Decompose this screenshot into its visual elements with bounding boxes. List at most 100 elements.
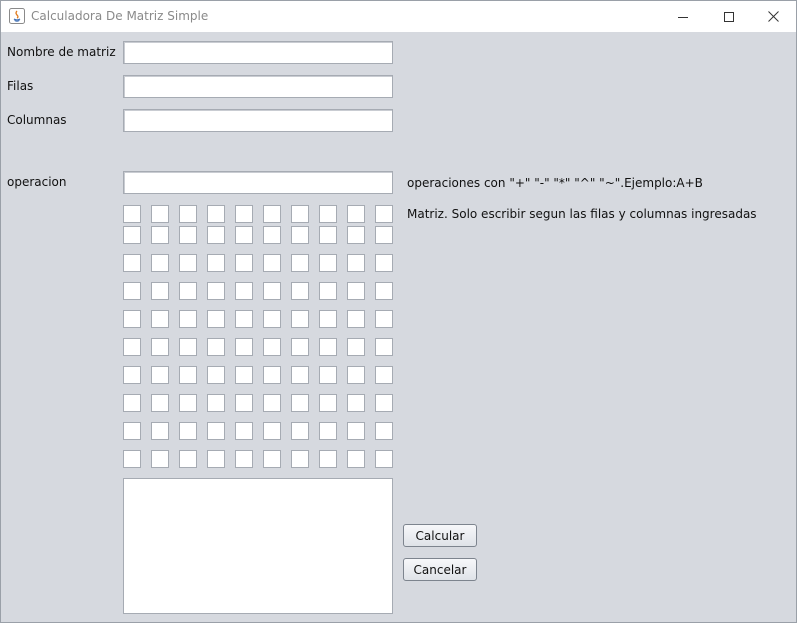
matrix-cell-r9-c7[interactable] <box>291 422 309 440</box>
cancel-button[interactable]: Cancelar <box>403 558 477 581</box>
calculate-button[interactable]: Calcular <box>403 524 477 547</box>
matrix-cell-r8-c6[interactable] <box>263 394 281 412</box>
matrix-cell-r8-c2[interactable] <box>151 394 169 412</box>
matrix-cell-r10-c7[interactable] <box>291 450 309 468</box>
matrix-cell-r5-c6[interactable] <box>263 310 281 328</box>
matrix-cell-r2-c7[interactable] <box>291 226 309 244</box>
matrix-cell-r5-c9[interactable] <box>347 310 365 328</box>
matrix-cell-r6-c5[interactable] <box>235 338 253 356</box>
matrix-cell-r10-c8[interactable] <box>319 450 337 468</box>
matrix-cell-r4-c1[interactable] <box>123 282 141 300</box>
matrix-cell-r2-c5[interactable] <box>235 226 253 244</box>
matrix-cell-r3-c7[interactable] <box>291 254 309 272</box>
matrix-cell-r10-c4[interactable] <box>207 450 225 468</box>
matrix-cell-r1-c3[interactable] <box>179 205 197 223</box>
matrix-cell-r7-c2[interactable] <box>151 366 169 384</box>
matrix-cell-r1-c9[interactable] <box>347 205 365 223</box>
matrix-cell-r8-c5[interactable] <box>235 394 253 412</box>
matrix-cell-r7-c3[interactable] <box>179 366 197 384</box>
matrix-cell-r1-c5[interactable] <box>235 205 253 223</box>
close-button[interactable] <box>750 1 796 32</box>
matrix-cell-r3-c9[interactable] <box>347 254 365 272</box>
matrix-cell-r3-c1[interactable] <box>123 254 141 272</box>
matrix-cell-r6-c6[interactable] <box>263 338 281 356</box>
matrix-cell-r2-c2[interactable] <box>151 226 169 244</box>
matrix-cell-r4-c10[interactable] <box>375 282 393 300</box>
matrix-cell-r2-c3[interactable] <box>179 226 197 244</box>
minimize-button[interactable] <box>660 1 706 32</box>
matrix-cell-r4-c3[interactable] <box>179 282 197 300</box>
matrix-cell-r6-c3[interactable] <box>179 338 197 356</box>
matrix-cell-r10-c6[interactable] <box>263 450 281 468</box>
matrix-cell-r4-c4[interactable] <box>207 282 225 300</box>
matrix-cell-r5-c8[interactable] <box>319 310 337 328</box>
matrix-cell-r1-c8[interactable] <box>319 205 337 223</box>
matrix-cell-r6-c2[interactable] <box>151 338 169 356</box>
matrix-cell-r8-c9[interactable] <box>347 394 365 412</box>
matrix-cell-r5-c4[interactable] <box>207 310 225 328</box>
matrix-cell-r2-c8[interactable] <box>319 226 337 244</box>
matrix-cell-r7-c10[interactable] <box>375 366 393 384</box>
matrix-cell-r6-c10[interactable] <box>375 338 393 356</box>
matrix-cell-r2-c6[interactable] <box>263 226 281 244</box>
matrix-cell-r9-c5[interactable] <box>235 422 253 440</box>
matrix-cell-r8-c1[interactable] <box>123 394 141 412</box>
matrix-cell-r6-c1[interactable] <box>123 338 141 356</box>
matrix-cell-r6-c7[interactable] <box>291 338 309 356</box>
matrix-cell-r4-c8[interactable] <box>319 282 337 300</box>
matrix-cell-r2-c10[interactable] <box>375 226 393 244</box>
matrix-cell-r10-c5[interactable] <box>235 450 253 468</box>
matrix-cell-r8-c4[interactable] <box>207 394 225 412</box>
matrix-cell-r4-c6[interactable] <box>263 282 281 300</box>
matrix-cell-r1-c4[interactable] <box>207 205 225 223</box>
matrix-cell-r1-c10[interactable] <box>375 205 393 223</box>
matrix-cell-r10-c2[interactable] <box>151 450 169 468</box>
matrix-cell-r1-c6[interactable] <box>263 205 281 223</box>
matrix-cell-r10-c10[interactable] <box>375 450 393 468</box>
matrix-cell-r8-c10[interactable] <box>375 394 393 412</box>
matrix-cell-r5-c3[interactable] <box>179 310 197 328</box>
result-textarea[interactable] <box>123 478 393 614</box>
matrix-cell-r8-c7[interactable] <box>291 394 309 412</box>
matrix-cell-r7-c1[interactable] <box>123 366 141 384</box>
matrix-cell-r9-c9[interactable] <box>347 422 365 440</box>
matrix-cell-r3-c10[interactable] <box>375 254 393 272</box>
matrix-cell-r8-c8[interactable] <box>319 394 337 412</box>
matrix-cell-r9-c3[interactable] <box>179 422 197 440</box>
matrix-cell-r3-c3[interactable] <box>179 254 197 272</box>
matrix-cell-r10-c3[interactable] <box>179 450 197 468</box>
matrix-cell-r4-c7[interactable] <box>291 282 309 300</box>
matrix-cell-r4-c9[interactable] <box>347 282 365 300</box>
matrix-name-input[interactable] <box>123 41 393 64</box>
matrix-cell-r2-c4[interactable] <box>207 226 225 244</box>
matrix-cell-r8-c3[interactable] <box>179 394 197 412</box>
matrix-cell-r2-c1[interactable] <box>123 226 141 244</box>
matrix-cell-r1-c7[interactable] <box>291 205 309 223</box>
matrix-cell-r1-c2[interactable] <box>151 205 169 223</box>
matrix-cell-r3-c6[interactable] <box>263 254 281 272</box>
matrix-cell-r9-c2[interactable] <box>151 422 169 440</box>
matrix-cell-r1-c1[interactable] <box>123 205 141 223</box>
matrix-cell-r3-c8[interactable] <box>319 254 337 272</box>
matrix-cell-r9-c10[interactable] <box>375 422 393 440</box>
matrix-cell-r6-c8[interactable] <box>319 338 337 356</box>
matrix-cell-r7-c4[interactable] <box>207 366 225 384</box>
matrix-cell-r9-c4[interactable] <box>207 422 225 440</box>
matrix-cell-r9-c6[interactable] <box>263 422 281 440</box>
matrix-cell-r9-c8[interactable] <box>319 422 337 440</box>
matrix-cell-r3-c5[interactable] <box>235 254 253 272</box>
matrix-cell-r7-c5[interactable] <box>235 366 253 384</box>
matrix-cell-r3-c4[interactable] <box>207 254 225 272</box>
matrix-cell-r5-c1[interactable] <box>123 310 141 328</box>
matrix-cell-r4-c5[interactable] <box>235 282 253 300</box>
matrix-cell-r5-c7[interactable] <box>291 310 309 328</box>
matrix-cell-r10-c1[interactable] <box>123 450 141 468</box>
matrix-cell-r7-c7[interactable] <box>291 366 309 384</box>
matrix-cell-r5-c10[interactable] <box>375 310 393 328</box>
matrix-cell-r7-c9[interactable] <box>347 366 365 384</box>
title-bar[interactable]: Calculadora De Matriz Simple <box>1 1 796 32</box>
matrix-cell-r6-c9[interactable] <box>347 338 365 356</box>
matrix-cell-r3-c2[interactable] <box>151 254 169 272</box>
operation-input[interactable] <box>123 171 393 194</box>
matrix-cell-r7-c6[interactable] <box>263 366 281 384</box>
